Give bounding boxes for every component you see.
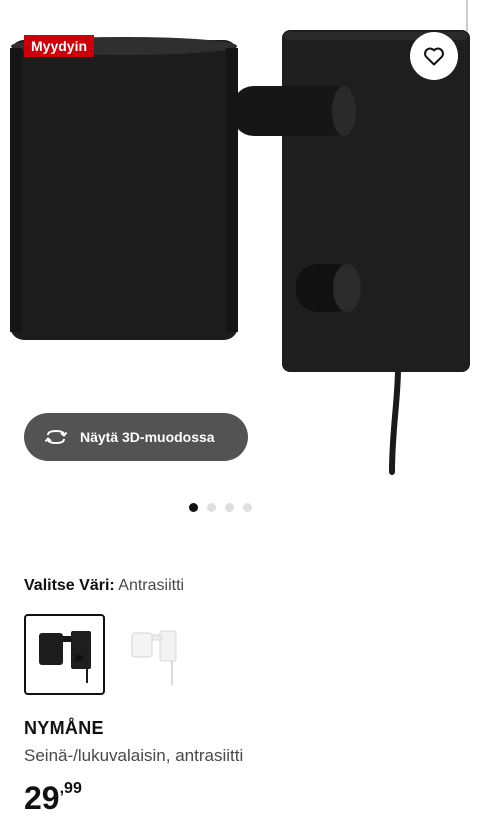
carousel-dot[interactable]	[224, 503, 234, 512]
swatch-anthracite[interactable]	[24, 614, 105, 695]
color-label: Valitse Väri:	[24, 577, 115, 594]
bestseller-badge: Myydyin	[24, 35, 95, 57]
favourite-button[interactable]	[410, 32, 458, 80]
carousel-dot[interactable]	[242, 503, 252, 512]
view-3d-button[interactable]: Näytä 3D-muodossa	[24, 413, 248, 461]
product-price: 29 , 99	[24, 780, 82, 816]
carousel-indicator	[0, 503, 460, 512]
view-3d-label: Näytä 3D-muodossa	[80, 429, 215, 445]
price-integer: 29	[24, 780, 60, 816]
product-page: Myydyin Näytä 3D-muodossa Valitse Väri: …	[0, 0, 480, 817]
carousel-dot[interactable]	[188, 503, 198, 512]
price-decimals: 99	[64, 780, 82, 797]
carousel-dot[interactable]	[206, 503, 216, 512]
swatch-white[interactable]	[117, 614, 198, 695]
color-selector-heading: Valitse Väri: Antrasiitti	[24, 577, 184, 595]
color-value: Antrasiitti	[118, 577, 185, 594]
color-swatches	[24, 614, 198, 695]
swatch-white-image	[131, 630, 176, 685]
swatch-anthracite-image	[38, 630, 91, 683]
product-name: NYMÅNE	[24, 718, 104, 738]
product-description: Seinä-/lukuvalaisin, antrasiitti	[24, 746, 244, 765]
rotate-icon	[44, 425, 68, 449]
product-image-gallery[interactable]: Myydyin Näytä 3D-muodossa	[0, 0, 480, 530]
heart-icon	[422, 44, 446, 68]
